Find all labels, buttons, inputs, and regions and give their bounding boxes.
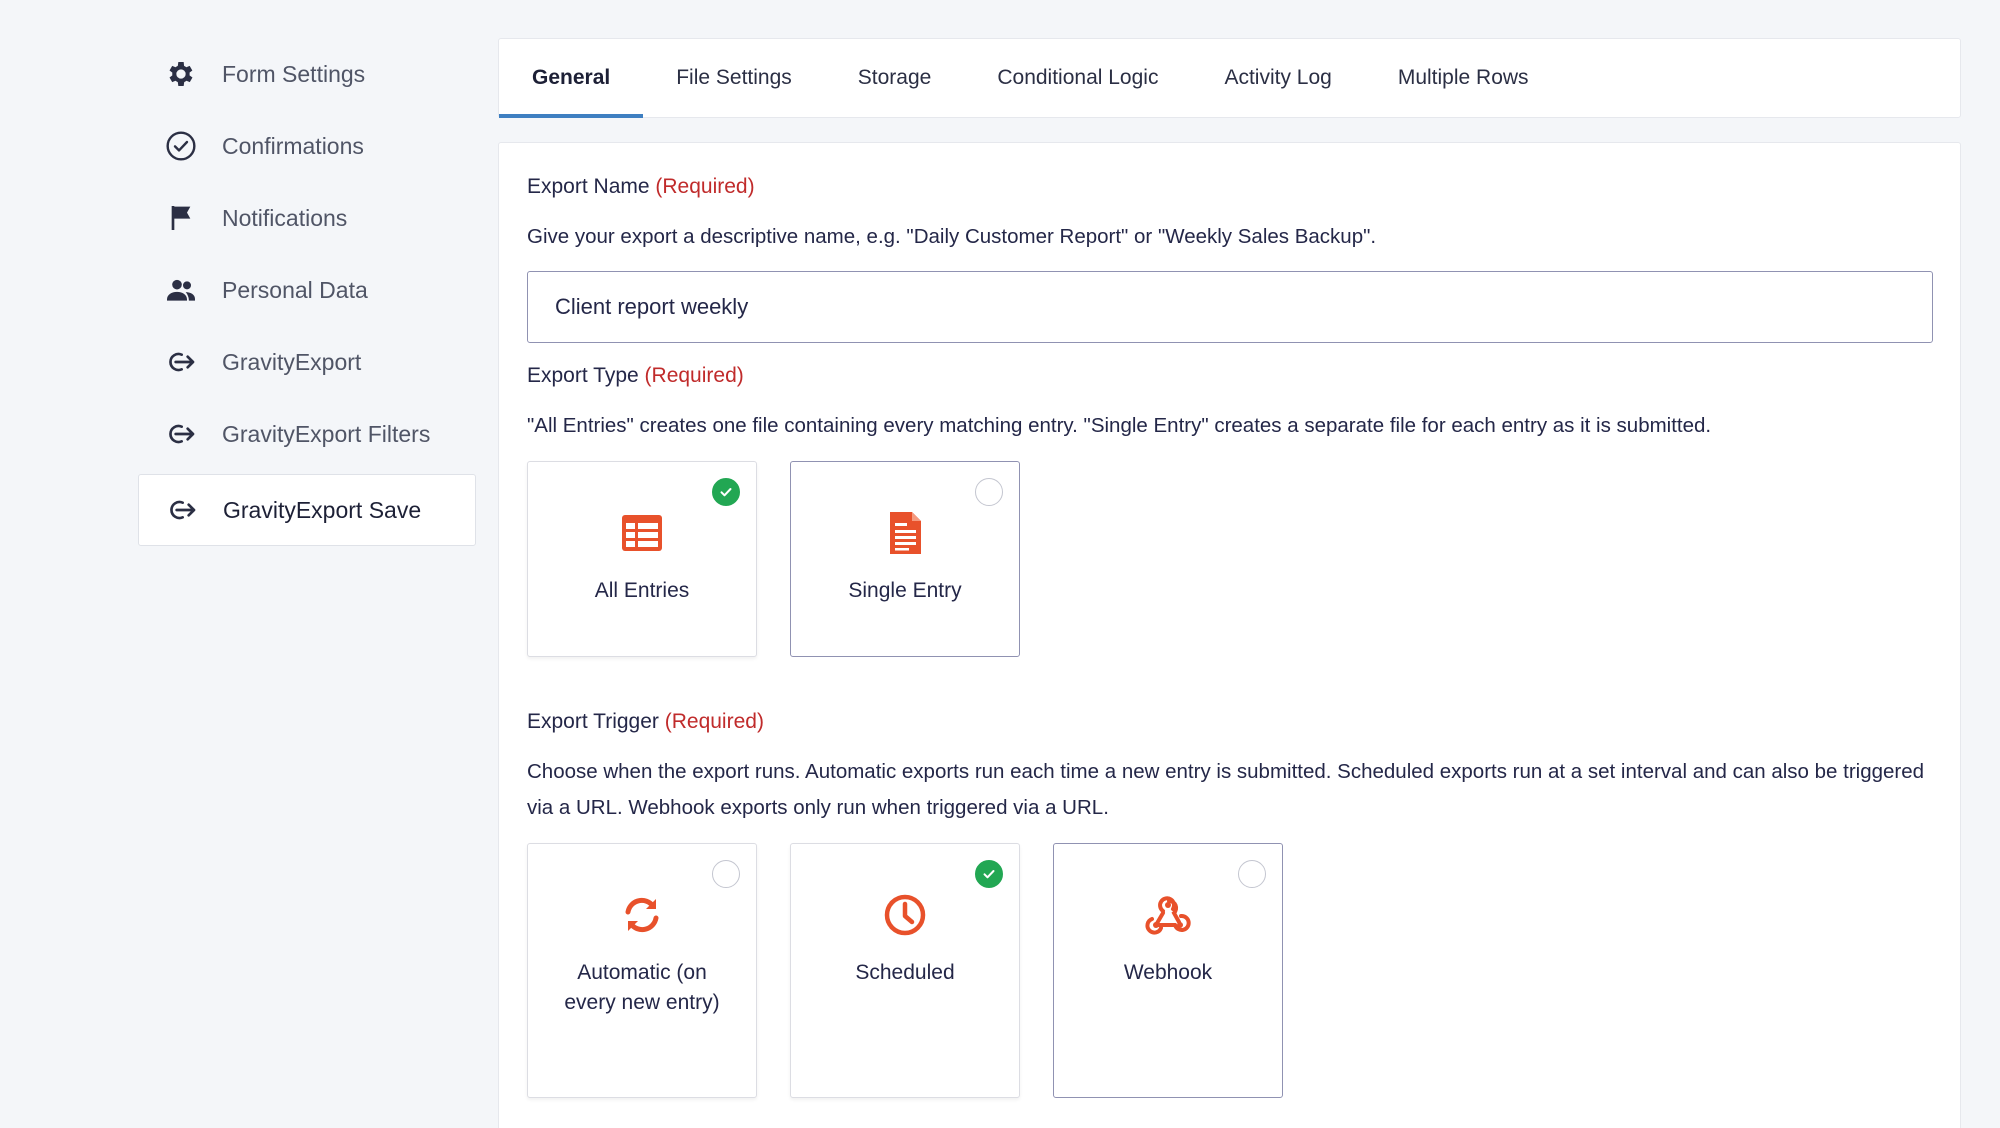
- flag-icon: [164, 201, 198, 235]
- general-settings-panel: Export Name (Required) Give your export …: [498, 142, 1961, 1128]
- export-trigger-option-scheduled[interactable]: Scheduled: [790, 843, 1020, 1098]
- radio-unchecked-icon[interactable]: [1238, 860, 1266, 888]
- radio-unchecked-icon[interactable]: [975, 478, 1003, 506]
- sidebar-item-personal-data[interactable]: Personal Data: [138, 254, 476, 326]
- export-trigger-option-webhook[interactable]: Webhook: [1053, 843, 1283, 1098]
- check-circle-icon: [164, 129, 198, 163]
- option-label: Scheduled: [855, 961, 955, 984]
- radio-unchecked-icon[interactable]: [712, 860, 740, 888]
- radio-checked-icon[interactable]: [975, 860, 1003, 888]
- required-marker: (Required): [655, 175, 755, 198]
- table-icon: [617, 508, 667, 558]
- option-label: Automatic (on every new entry): [564, 961, 720, 1014]
- export-trigger-option-automatic[interactable]: Automatic (on every new entry): [527, 843, 757, 1098]
- sidebar-item-label: Form Settings: [222, 60, 366, 87]
- settings-tabs: General File Settings Storage Conditiona…: [498, 38, 1961, 118]
- export-name-description: Give your export a descriptive name, e.g…: [527, 225, 1377, 248]
- document-icon: [880, 508, 930, 558]
- webhook-icon: [1143, 890, 1193, 940]
- tab-file-settings[interactable]: File Settings: [643, 39, 825, 117]
- sidebar-item-form-settings[interactable]: Form Settings: [138, 38, 476, 110]
- tab-storage[interactable]: Storage: [825, 39, 965, 117]
- export-name-label-text: Export Name: [527, 175, 650, 198]
- tab-general[interactable]: General: [499, 39, 644, 118]
- sidebar-item-label: Personal Data: [222, 276, 368, 303]
- option-label: Webhook: [1123, 961, 1213, 984]
- export-arrow-icon: [165, 493, 199, 527]
- export-name-label: Export Name (Required): [527, 175, 755, 199]
- option-label: All Entries: [594, 579, 690, 602]
- export-trigger-label-text: Export Trigger: [527, 710, 659, 733]
- sidebar-item-gravityexport-filters[interactable]: GravityExport Filters: [138, 398, 476, 470]
- export-trigger-description: Choose when the export runs. Automatic e…: [527, 760, 1925, 819]
- export-type-label: Export Type (Required): [527, 364, 744, 388]
- export-trigger-label: Export Trigger (Required): [527, 710, 764, 734]
- sidebar-item-label: Confirmations: [222, 132, 364, 159]
- tab-activity-log[interactable]: Activity Log: [1191, 39, 1364, 117]
- required-marker: (Required): [664, 710, 764, 733]
- sidebar-item-label: GravityExport Filters: [222, 420, 431, 447]
- sidebar-item-label: Notifications: [222, 204, 348, 231]
- export-name-input[interactable]: [527, 271, 1933, 343]
- settings-sidebar: Form Settings Confirmations Notification…: [138, 38, 476, 546]
- sidebar-item-gravityexport[interactable]: GravityExport: [138, 326, 476, 398]
- export-type-label-text: Export Type: [527, 364, 639, 387]
- required-marker: (Required): [644, 364, 744, 387]
- sidebar-item-notifications[interactable]: Notifications: [138, 182, 476, 254]
- clock-icon: [880, 890, 930, 940]
- tab-conditional-logic[interactable]: Conditional Logic: [964, 39, 1191, 117]
- sync-icon: [617, 890, 667, 940]
- export-type-option-single-entry[interactable]: Single Entry: [790, 461, 1020, 657]
- export-arrow-icon: [164, 417, 198, 451]
- option-label: Single Entry: [848, 579, 962, 602]
- radio-checked-icon[interactable]: [712, 478, 740, 506]
- export-arrow-icon: [164, 345, 198, 379]
- export-type-description: "All Entries" creates one file containin…: [527, 414, 1712, 437]
- sidebar-item-confirmations[interactable]: Confirmations: [138, 110, 476, 182]
- sidebar-item-gravityexport-save[interactable]: GravityExport Save: [138, 474, 476, 546]
- sidebar-item-label: GravityExport Save: [223, 496, 422, 523]
- export-type-option-all-entries[interactable]: All Entries: [527, 461, 757, 657]
- gear-icon: [164, 57, 198, 91]
- tab-multiple-rows[interactable]: Multiple Rows: [1365, 39, 1562, 117]
- users-icon: [164, 273, 198, 307]
- sidebar-item-label: GravityExport: [222, 348, 362, 375]
